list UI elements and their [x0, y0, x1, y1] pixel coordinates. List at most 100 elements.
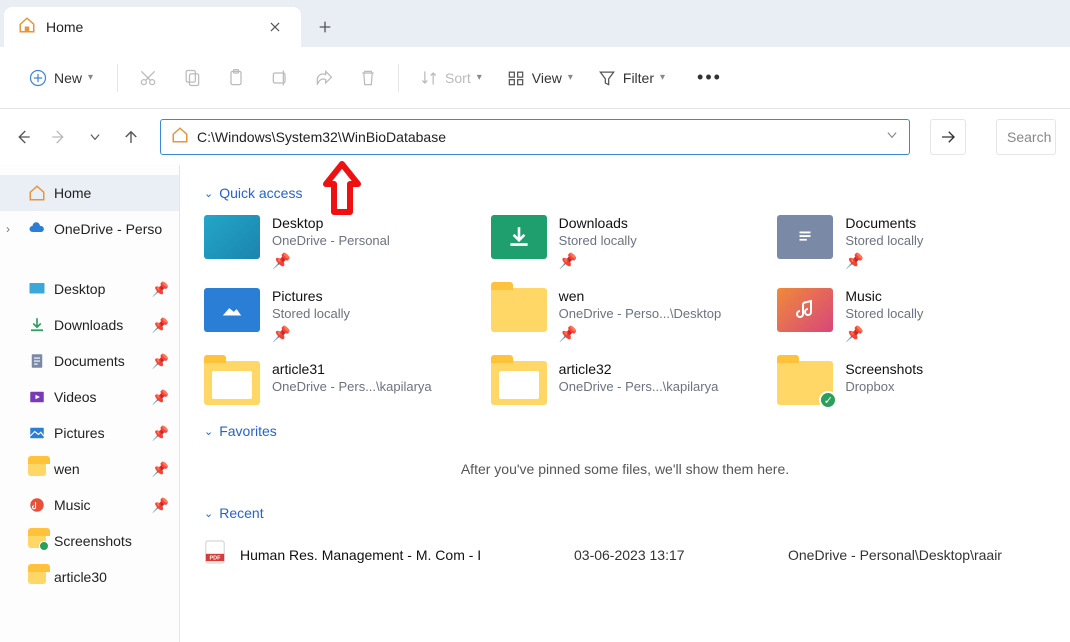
item-location: OneDrive - Pers...\kapilarya: [272, 379, 432, 394]
pin-icon: 📌: [152, 425, 169, 442]
recent-item[interactable]: PDF Human Res. Management - M. Com - I 0…: [204, 535, 1046, 574]
item-name: Desktop: [272, 215, 390, 231]
address-bar[interactable]: C:\Windows\System32\WinBioDatabase: [160, 119, 910, 155]
sidebar-item-pictures[interactable]: Pictures 📌: [0, 415, 179, 451]
address-path: C:\Windows\System32\WinBioDatabase: [197, 129, 877, 145]
share-icon: [314, 68, 334, 88]
quick-access-item[interactable]: Music Stored locally 📌: [777, 288, 1046, 343]
delete-button[interactable]: [348, 58, 388, 98]
sidebar-item-home[interactable]: Home: [0, 175, 179, 211]
delete-icon: [358, 68, 378, 88]
sidebar-item-documents[interactable]: Documents📌: [0, 343, 179, 379]
sidebar-label: Desktop: [54, 281, 105, 297]
copy-button[interactable]: [172, 58, 212, 98]
more-button[interactable]: •••: [687, 58, 732, 98]
item-name: article32: [559, 361, 719, 377]
sidebar-label: Pictures: [54, 425, 105, 441]
pdf-icon: PDF: [204, 539, 226, 570]
item-name: Documents: [845, 215, 923, 231]
quick-access-item[interactable]: Documents Stored locally 📌: [777, 215, 1046, 270]
pin-icon: 📌: [845, 325, 923, 343]
pin-icon: 📌: [559, 252, 637, 270]
sidebar-item-screenshots[interactable]: Screenshots: [0, 523, 179, 559]
sidebar-item-onedrive[interactable]: › OneDrive - Perso: [0, 211, 179, 247]
forward-button[interactable]: [50, 128, 68, 146]
sidebar-label: Downloads: [54, 317, 123, 333]
chevron-down-icon: ▾: [568, 72, 573, 83]
back-button[interactable]: [14, 128, 32, 146]
tab-home[interactable]: Home: [4, 7, 301, 47]
expand-icon[interactable]: ›: [6, 222, 10, 236]
pictures-icon: [204, 288, 260, 332]
pin-icon: 📌: [152, 497, 169, 514]
section-label: Favorites: [219, 423, 277, 439]
quick-access-item[interactable]: Desktop OneDrive - Personal 📌: [204, 215, 473, 270]
close-icon: [268, 20, 282, 34]
quick-access-item[interactable]: Pictures Stored locally 📌: [204, 288, 473, 343]
chevron-down-icon: ▾: [660, 72, 665, 83]
documents-icon: [28, 352, 46, 370]
chevron-down-icon: [88, 130, 102, 144]
quick-access-item[interactable]: article32 OneDrive - Pers...\kapilarya: [491, 361, 760, 405]
more-icon: •••: [697, 67, 722, 88]
section-label: Recent: [219, 505, 263, 521]
filter-button[interactable]: Filter ▾: [587, 58, 675, 98]
tab-close-button[interactable]: [263, 15, 287, 39]
share-button[interactable]: [304, 58, 344, 98]
pin-icon: 📌: [152, 317, 169, 334]
folder-icon: [28, 570, 46, 584]
history-button[interactable]: [86, 128, 104, 146]
tab-title: Home: [46, 19, 253, 35]
arrow-up-icon: [122, 128, 140, 146]
item-location: OneDrive - Personal: [272, 233, 390, 248]
search-placeholder: Search Hom: [1007, 129, 1056, 145]
favorites-empty-text: After you've pinned some files, we'll sh…: [204, 461, 1046, 477]
new-tab-button[interactable]: [301, 7, 348, 47]
rename-button[interactable]: [260, 58, 300, 98]
sort-button[interactable]: Sort ▾: [409, 58, 492, 98]
sidebar-item-downloads[interactable]: Downloads 📌: [0, 307, 179, 343]
recent-name: Human Res. Management - M. Com - I: [240, 547, 560, 563]
section-favorites[interactable]: ⌄Favorites: [204, 423, 1046, 439]
sidebar: Home › OneDrive - Perso Desktop📌 Downloa…: [0, 165, 180, 642]
section-quick-access[interactable]: ⌄Quick access: [204, 185, 1046, 201]
search-input[interactable]: Search Hom: [996, 119, 1056, 155]
sidebar-item-music[interactable]: Music📌: [0, 487, 179, 523]
item-name: Pictures: [272, 288, 350, 304]
quick-access-item[interactable]: Downloads Stored locally 📌: [491, 215, 760, 270]
sidebar-label: OneDrive - Perso: [54, 221, 162, 237]
cut-button[interactable]: [128, 58, 168, 98]
home-icon: [18, 16, 36, 39]
quick-access-item[interactable]: wen OneDrive - Perso...\Desktop 📌: [491, 288, 760, 343]
sort-label: Sort: [445, 70, 471, 86]
arrow-left-icon: [14, 128, 32, 146]
cloud-icon: [28, 220, 46, 238]
item-location: OneDrive - Perso...\Desktop: [559, 306, 722, 321]
pin-icon: 📌: [152, 353, 169, 370]
view-label: View: [532, 70, 562, 86]
go-button[interactable]: [930, 119, 966, 155]
item-location: Stored locally: [559, 233, 637, 248]
sidebar-label: article30: [54, 569, 107, 585]
paste-icon: [226, 68, 246, 88]
folder-icon: [491, 361, 547, 405]
sidebar-item-videos[interactable]: Videos📌: [0, 379, 179, 415]
folder-icon: [28, 534, 46, 548]
section-recent[interactable]: ⌄Recent: [204, 505, 1046, 521]
rename-icon: [270, 68, 290, 88]
view-button[interactable]: View ▾: [496, 58, 583, 98]
item-name: article31: [272, 361, 432, 377]
sidebar-item-desktop[interactable]: Desktop📌: [0, 271, 179, 307]
sidebar-item-wen[interactable]: wen📌: [0, 451, 179, 487]
sidebar-item-article30[interactable]: article30: [0, 559, 179, 595]
address-dropdown[interactable]: [885, 128, 899, 147]
download-icon: [491, 215, 547, 259]
pin-icon: 📌: [559, 325, 722, 343]
up-button[interactable]: [122, 128, 140, 146]
quick-access-item[interactable]: article31 OneDrive - Pers...\kapilarya: [204, 361, 473, 405]
paste-button[interactable]: [216, 58, 256, 98]
arrow-right-icon: [939, 128, 957, 146]
documents-icon: [777, 215, 833, 259]
quick-access-item[interactable]: ✓ Screenshots Dropbox: [777, 361, 1046, 405]
new-button[interactable]: New ▾: [14, 58, 107, 98]
